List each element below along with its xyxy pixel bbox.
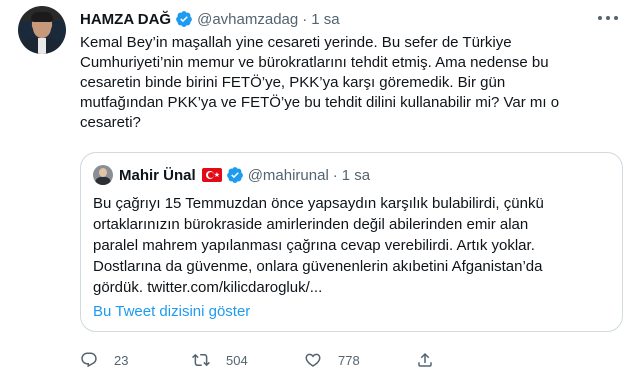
reply-button[interactable]: 23 xyxy=(80,351,128,369)
quoted-tweet-time: 1 sa xyxy=(341,166,371,184)
quoted-text-line: paralel mahrem yapılanması çağrına cevap… xyxy=(93,237,535,254)
quoted-author-handle: @mahirunal xyxy=(247,166,329,184)
tweet-text-line: cesareti? xyxy=(80,114,141,131)
reply-icon xyxy=(81,352,97,368)
share-icon xyxy=(418,352,432,367)
tweet-text-line: mutfağından PKK’ya ve FETÖ’ye bu tehdit … xyxy=(80,94,560,111)
like-count: 778 xyxy=(338,352,360,368)
header-separator: · xyxy=(302,10,308,28)
tweet-text-line: Cumhuriyeti’nin memur ve bürokratlarını … xyxy=(80,54,549,71)
like-button[interactable]: 778 xyxy=(304,351,360,369)
quoted-tweet-card[interactable]: Mahir Ünal ★ @mahirunal · 1 sa Bu çağrıy… xyxy=(80,152,623,332)
tweet-text: Kemal Bey’in maşallah yine cesareti yeri… xyxy=(80,33,625,133)
reply-count: 23 xyxy=(114,352,129,368)
quoted-separator: · xyxy=(332,166,338,184)
retweet-icon xyxy=(192,353,210,367)
more-options-icon[interactable] xyxy=(598,12,618,24)
turkey-flag-icon: ★ xyxy=(201,168,222,182)
retweet-button[interactable]: 504 xyxy=(192,351,248,369)
quoted-text-line: ortaklarınızın bürokraside amirlerinden … xyxy=(93,216,529,233)
tweet-text-line: cesaretin binde birini FETÖ’ye, PKK’ya k… xyxy=(80,74,506,91)
author-avatar[interactable] xyxy=(18,6,66,54)
tweet-time[interactable]: 1 sa xyxy=(311,11,339,28)
tweet-header: HAMZA DAĞ @avhamzadag · 1 sa xyxy=(80,9,340,29)
tweet[interactable]: HAMZA DAĞ @avhamzadag · 1 sa Kemal Bey’i… xyxy=(0,0,640,390)
author-handle[interactable]: @avhamzadag xyxy=(197,11,298,28)
tweet-text-line: Kemal Bey’in maşallah yine cesareti yeri… xyxy=(80,34,512,51)
quoted-tweet-header: Mahir Ünal ★ @mahirunal · 1 sa xyxy=(93,165,370,185)
heart-icon xyxy=(305,353,321,367)
quoted-author-avatar xyxy=(93,165,113,185)
share-button[interactable] xyxy=(416,351,434,369)
quoted-text-line: Dostlarına da güvenme, onlara güvenenler… xyxy=(93,258,543,275)
quoted-text-line: gördük. twitter.com/kilicdarogluk/... xyxy=(93,279,323,296)
retweet-count: 504 xyxy=(226,352,248,368)
quoted-text-line: Bu çağrıyı 15 Temmuzdan önce yapsaydın k… xyxy=(93,195,544,212)
verified-badge-icon xyxy=(176,11,192,27)
verified-badge-icon xyxy=(226,167,243,183)
quoted-author-name: Mahir Ünal xyxy=(119,166,196,184)
quoted-tweet-text: Bu çağrıyı 15 Temmuzdan önce yapsaydın k… xyxy=(93,193,613,298)
author-name[interactable]: HAMZA DAĞ xyxy=(80,11,171,28)
show-thread-link[interactable]: Bu Tweet dizisini göster xyxy=(93,303,250,320)
